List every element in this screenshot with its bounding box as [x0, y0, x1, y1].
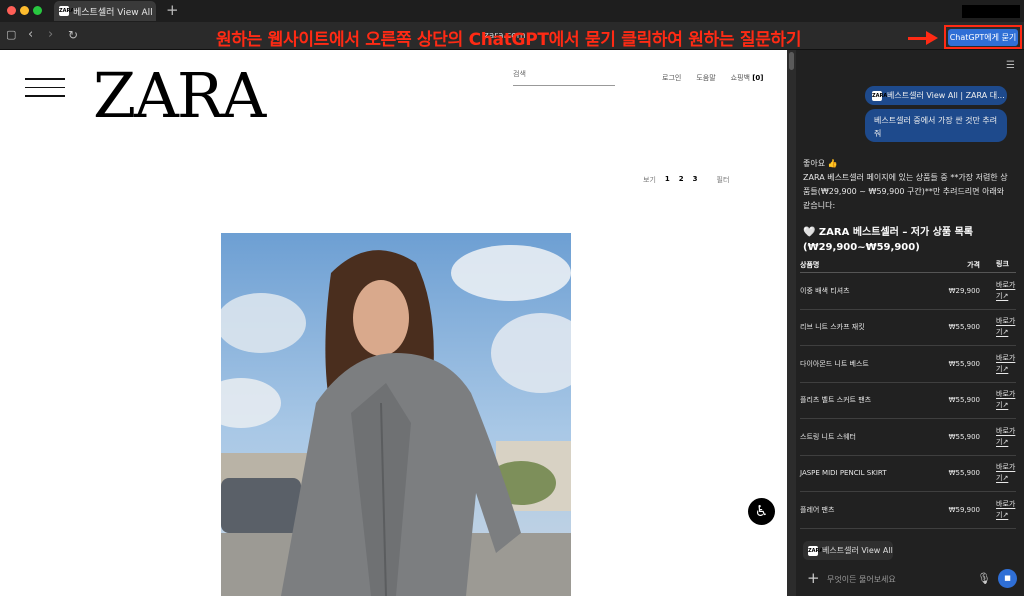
table-row: 플레어 팬츠 ₩59,900 바로가기↗: [800, 492, 1016, 529]
assistant-reply: 좋아요 👍 ZARA 베스트셀러 페이지에 있는 상품들 중 **가장 저렴한 …: [803, 157, 1010, 213]
product-name: 이중 배색 티셔츠: [800, 286, 850, 295]
product-price: ₩55,900: [948, 359, 980, 368]
header-price: 가격: [967, 260, 980, 269]
header-link: 링크: [996, 260, 1009, 268]
login-link[interactable]: 로그인: [662, 73, 681, 83]
cart-label: 쇼핑백: [730, 74, 750, 82]
tab-bar: ZARA 베스트셀러 View All | Z +: [0, 0, 1024, 22]
product-price: ₩59,900: [948, 505, 980, 514]
chip-label: 베스트셀러 View All: [822, 546, 893, 555]
product-price: ₩55,900: [948, 396, 980, 405]
product-price: ₩29,900: [948, 286, 980, 295]
zara-favicon-icon: ZARA: [59, 6, 75, 16]
product-name: 플레어 팬츠: [800, 505, 835, 514]
page-context-chip[interactable]: ZARA 베스트셀러 View All: [803, 541, 893, 560]
sidebar-toggle-icon[interactable]: ▢: [6, 27, 16, 43]
forward-arrow-icon[interactable]: ›: [48, 27, 53, 43]
ask-chatgpt-button[interactable]: ChatGPT에게 묻기: [948, 28, 1018, 46]
table-row: 스트링 니트 스웨터 ₩55,900 바로가기↗: [800, 419, 1016, 456]
close-window-button[interactable]: [7, 6, 16, 15]
product-link[interactable]: 바로가기↗: [980, 353, 1016, 375]
product-link[interactable]: 바로가기↗: [980, 316, 1016, 338]
zara-logo[interactable]: ZARA: [93, 56, 266, 136]
product-name: 다이아몬드 니트 베스트: [800, 359, 869, 368]
product-link[interactable]: 바로가기↗: [980, 426, 1016, 448]
browser-tab[interactable]: ZARA 베스트셀러 View All | Z: [54, 1, 156, 21]
product-image[interactable]: [221, 233, 571, 596]
chat-input[interactable]: 무엇이든 물어보세요: [827, 574, 896, 585]
new-tab-plus-icon[interactable]: +: [166, 2, 179, 18]
microphone-icon[interactable]: 🎙: [977, 572, 991, 585]
header-name: 상품명: [800, 260, 820, 269]
product-link[interactable]: 바로가기↗: [980, 280, 1016, 302]
product-price: ₩55,900: [948, 323, 980, 332]
product-price: ₩55,900: [948, 432, 980, 441]
product-name: 리브 니트 스카프 재킷: [800, 323, 865, 332]
cart-link[interactable]: 쇼핑백 [0]: [731, 73, 764, 83]
context-page-chip[interactable]: ZARA 베스트셀러 View All | ZARA 대...: [865, 86, 1007, 105]
table-row: 이중 배색 티셔츠 ₩29,900 바로가기↗: [800, 273, 1016, 310]
product-name: JASPE MIDI PENCIL SKIRT: [800, 469, 887, 478]
maximize-window-button[interactable]: [33, 6, 42, 15]
zara-favicon-icon: ZARA: [808, 545, 824, 556]
product-name: 스트링 니트 스웨터: [800, 432, 856, 441]
table-row: 리브 니트 스카프 재킷 ₩55,900 바로가기↗: [800, 310, 1016, 346]
user-message: 베스트셀러 중에서 가장 싼 것만 추려줘: [865, 109, 1007, 142]
view-label: 보기: [643, 176, 656, 184]
product-photo-illustration: [221, 245, 571, 596]
table-row: 플리츠 벨트 스커트 팬츠 ₩55,900 바로가기↗: [800, 383, 1016, 419]
search-input[interactable]: 검색: [513, 69, 615, 86]
product-link[interactable]: 바로가기↗: [980, 462, 1016, 484]
view-option-2[interactable]: 2: [679, 175, 684, 185]
table-row: 다이아몬드 니트 베스트 ₩55,900 바로가기↗: [800, 346, 1016, 383]
product-link[interactable]: 바로가기↗: [980, 389, 1016, 411]
context-page-label: 베스트셀러 View All | ZARA 대...: [887, 91, 1005, 100]
help-link[interactable]: 도움말: [696, 73, 715, 83]
instruction-annotation: 원하는 웹사이트에서 오른쪽 상단의 ChatGPT에서 묻기 클릭하여 원하는…: [216, 30, 802, 50]
reply-intro: 좋아요 👍: [803, 159, 838, 168]
annotation-highlight-box: ChatGPT에게 묻기: [944, 25, 1022, 49]
tab-title: 베스트셀러 View All | Z: [73, 7, 156, 18]
reply-section-title: 🤍 ZARA 베스트셀러 – 저가 상품 목록 (₩29,900~₩59,900…: [803, 227, 973, 253]
product-link[interactable]: 바로가기↗: [980, 499, 1016, 521]
hamburger-menu-icon[interactable]: [25, 78, 65, 104]
table-header: 상품명 가격 링크: [800, 257, 1016, 273]
table-row: JASPE MIDI PENCIL SKIRT ₩55,900 바로가기↗: [800, 456, 1016, 492]
product-name: 플리츠 벨트 스커트 팬츠: [800, 396, 872, 405]
product-price: ₩55,900: [948, 469, 980, 478]
stop-button[interactable]: ■: [998, 569, 1017, 588]
back-arrow-icon[interactable]: ‹: [28, 27, 33, 43]
filter-button[interactable]: 필터: [717, 175, 730, 185]
attach-plus-icon[interactable]: +: [807, 569, 820, 587]
redacted-profile-area: [962, 5, 1020, 18]
page-scrollbar[interactable]: [787, 50, 796, 596]
minimize-window-button[interactable]: [20, 6, 29, 15]
chat-panel: ☰ ZARA 베스트셀러 View All | ZARA 대... 베스트셀러 …: [796, 50, 1024, 596]
top-nav: 로그인 도움말 쇼핑백 [0]: [662, 73, 764, 83]
view-selector: 보기 1 2 3 필터: [643, 175, 729, 185]
panel-menu-icon[interactable]: ☰: [1006, 60, 1015, 71]
cart-count: [0]: [752, 74, 764, 82]
product-table: 상품명 가격 링크 이중 배색 티셔츠 ₩29,900 바로가기↗ 리브 니트 …: [800, 257, 1016, 529]
accessibility-icon[interactable]: ♿: [748, 498, 775, 525]
reply-text: ZARA 베스트셀러 페이지에 있는 상품들 중 **가장 저렴한 상품들(₩2…: [803, 173, 1008, 210]
scroll-thumb[interactable]: [789, 52, 794, 70]
zara-favicon-icon: ZARA: [872, 90, 888, 101]
reload-icon[interactable]: ↻: [68, 27, 78, 43]
view-option-1[interactable]: 1: [665, 175, 670, 185]
view-option-3[interactable]: 3: [693, 175, 698, 185]
annotation-arrow-icon: [926, 31, 938, 45]
web-page: ZARA 검색 로그인 도움말 쇼핑백 [0] 보기 1 2 3 필터 ♿: [0, 50, 787, 596]
